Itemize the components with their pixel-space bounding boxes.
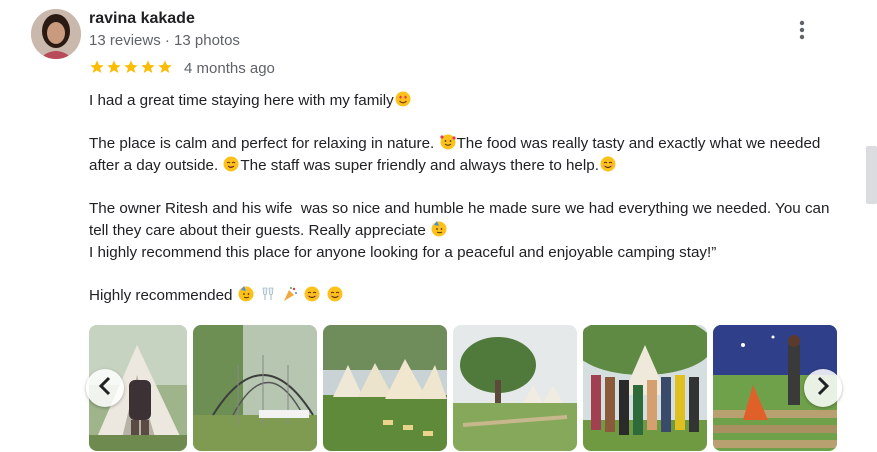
star-icon xyxy=(124,60,138,73)
review-text: The place is calm and perfect for relaxi… xyxy=(89,135,439,152)
star-rating xyxy=(89,59,173,75)
review-text: The owner Ritesh and his wife was so nic… xyxy=(89,200,834,239)
heart-eyes-emoji-icon xyxy=(395,91,411,107)
photo-tents-row[interactable] xyxy=(323,325,447,451)
review-paragraph: I had a great time staying here with my … xyxy=(89,90,849,112)
next-photo-button[interactable] xyxy=(804,369,842,407)
scrollbar-thumb[interactable] xyxy=(866,146,877,204)
party-popper-emoji-icon xyxy=(284,287,298,301)
avatar[interactable] xyxy=(31,9,81,59)
chevron-right-icon xyxy=(816,376,830,401)
smile-emoji-icon xyxy=(600,156,616,172)
review-paragraph: The owner Ritesh and his wife was so nic… xyxy=(89,198,849,264)
review-text: The staff was super friendly and always … xyxy=(240,157,599,174)
smiling-hearts-emoji-icon xyxy=(439,134,456,150)
review-text xyxy=(255,287,259,304)
photo-group[interactable] xyxy=(583,325,707,451)
review-paragraph: Highly recommended xyxy=(89,285,849,307)
photo-dome-structure[interactable] xyxy=(193,325,317,451)
review-text: I had a great time staying here with my … xyxy=(89,92,394,109)
review-text xyxy=(277,287,281,304)
prev-photo-button[interactable] xyxy=(86,369,124,407)
review-paragraph: The place is calm and perfect for relaxi… xyxy=(89,133,849,177)
smile-emoji-icon xyxy=(304,286,320,302)
review-text xyxy=(321,287,325,304)
party-face-emoji-icon xyxy=(431,221,447,237)
review-date: 4 months ago xyxy=(184,60,275,77)
photo-strip xyxy=(86,325,849,452)
clinking-glasses-emoji-icon xyxy=(262,287,274,300)
party-face-emoji-icon xyxy=(238,286,254,302)
photo-trees-tents[interactable] xyxy=(453,325,577,451)
review-body: I had a great time staying here with my … xyxy=(89,90,849,328)
yum-emoji-icon xyxy=(223,156,239,172)
star-icon xyxy=(90,60,104,73)
star-icon xyxy=(158,60,172,73)
more-vert-icon[interactable] xyxy=(789,16,815,44)
review-text: I highly recommend this place for anyone… xyxy=(89,244,717,261)
reviewer-meta: 13 reviews · 13 photos xyxy=(89,32,240,49)
star-icon xyxy=(107,60,121,73)
chevron-left-icon xyxy=(98,376,112,401)
smile-emoji-icon xyxy=(327,286,343,302)
review-text: Highly recommended xyxy=(89,287,237,304)
review-text xyxy=(299,287,303,304)
star-icon xyxy=(141,60,155,73)
reviewer-name[interactable]: ravina kakade xyxy=(89,10,195,28)
